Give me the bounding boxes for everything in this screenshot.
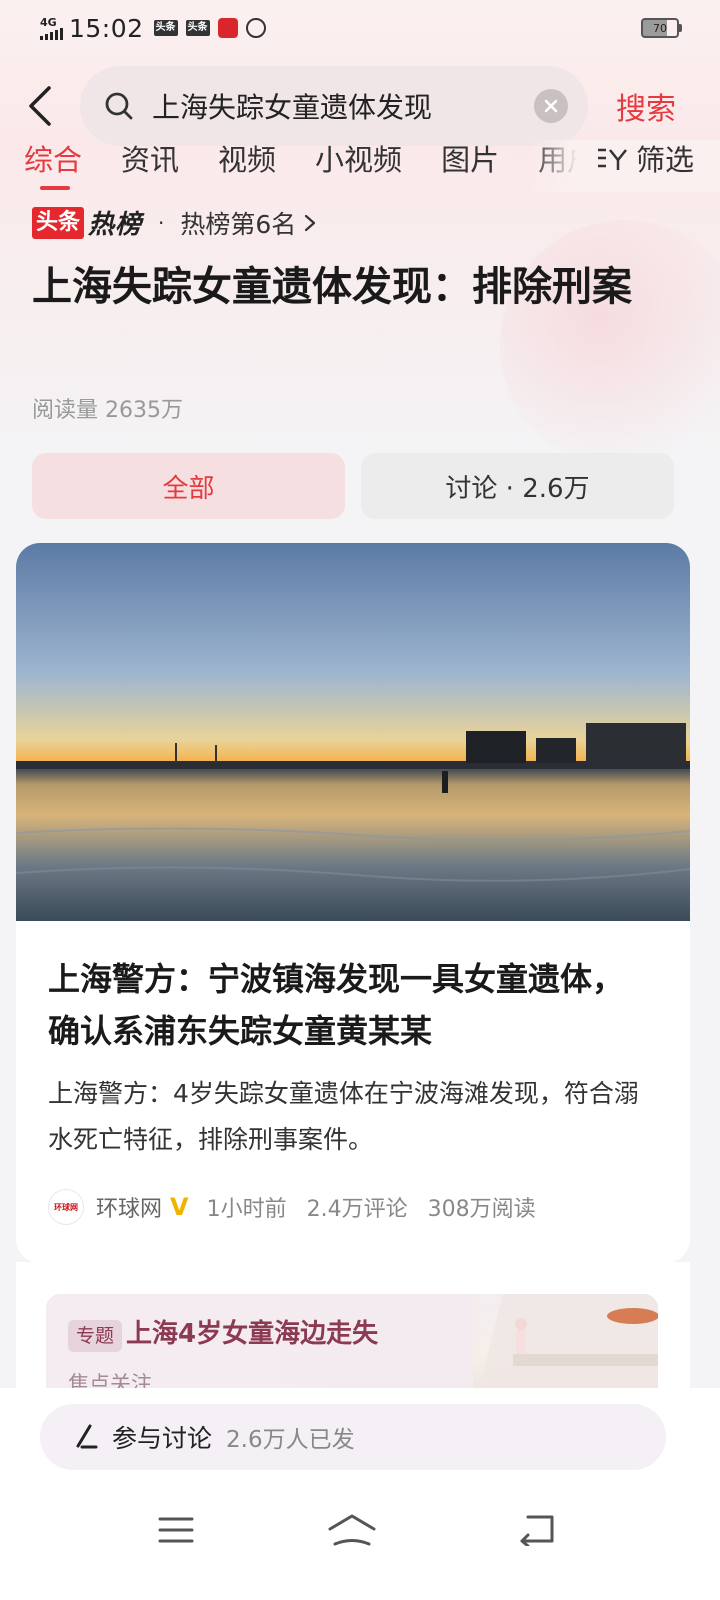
filter-icon <box>597 148 627 170</box>
menu-icon <box>158 1517 194 1543</box>
status-time: 15:02 <box>69 13 144 43</box>
hot-rank-text: 热榜第6名 <box>180 209 297 239</box>
cat-notification-icon <box>245 18 266 38</box>
back-button[interactable] <box>0 66 80 146</box>
tab-comprehensive[interactable]: 综合 <box>24 140 82 190</box>
return-icon <box>520 1515 554 1546</box>
tab-video[interactable]: 视频 <box>218 140 276 180</box>
topic-title: 上海4岁女童海边走失 <box>126 1319 379 1349</box>
signal-bars-icon <box>40 27 63 40</box>
filter-button[interactable]: 筛选 <box>530 140 720 192</box>
topic-tag: 专题 <box>68 1320 123 1352</box>
notification-icons: 头条 头条 <box>153 18 266 38</box>
comment-input[interactable]: 参与讨论 2.6万人已发 <box>40 1404 666 1470</box>
app-notification-icon <box>217 18 238 38</box>
comment-participants: 2.6万人已发 <box>226 1427 355 1453</box>
search-header: 上海失踪女童遗体发现 搜索 <box>0 66 720 146</box>
publish-time: 1小时前 <box>206 1197 287 1222</box>
article-title[interactable]: 上海警方：宁波镇海发现一具女童遗体，确认系浦东失踪女童黄某某 <box>48 953 648 1057</box>
category-tabs: 综合 资讯 视频 小视频 图片 用户 筛选 <box>0 140 720 192</box>
home-icon <box>328 1514 376 1546</box>
toutiao-notification-icon: 头条 <box>153 20 178 36</box>
battery-icon: 70 <box>641 18 682 38</box>
hot-list-header[interactable]: 头条 热榜 · 热榜第6名 <box>32 204 318 241</box>
search-icon <box>105 92 133 120</box>
home-nav-button[interactable] <box>322 1508 382 1552</box>
pen-icon <box>76 1424 98 1449</box>
read-count-article: 308万阅读 <box>427 1197 536 1222</box>
article-card[interactable]: 上海警方：宁波镇海发现一具女童遗体，确认系浦东失踪女童黄某某 上海警方：4岁失踪… <box>16 543 690 1263</box>
menu-nav-button[interactable] <box>146 1508 206 1552</box>
chip-all[interactable]: 全部 <box>32 453 345 519</box>
hot-topic-title[interactable]: 上海失踪女童遗体发现：排除刑案 <box>32 258 672 316</box>
article-meta: 环球网 环球网 V 1小时前 2.4万评论 308万阅读 <box>48 1189 536 1225</box>
separator-dot: · <box>158 210 165 235</box>
bottom-bar: 参与讨论 2.6万人已发 <box>0 1388 720 1600</box>
article-cover-image <box>16 543 690 921</box>
comment-count: 2.4万评论 <box>306 1197 408 1222</box>
tab-news[interactable]: 资讯 <box>121 140 179 180</box>
signal-indicator: 4G <box>40 17 63 40</box>
system-nav-bar <box>0 1498 720 1568</box>
tab-short-video[interactable]: 小视频 <box>315 140 402 180</box>
back-nav-button[interactable] <box>508 1508 568 1552</box>
close-icon <box>544 99 558 113</box>
hot-rank-link[interactable]: · 热榜第6名 <box>158 205 318 241</box>
tab-images[interactable]: 图片 <box>441 140 499 180</box>
verified-badge-icon: V <box>170 1193 189 1221</box>
filter-label: 筛选 <box>635 143 694 177</box>
source-name[interactable]: 环球网 <box>96 1191 162 1223</box>
search-button[interactable]: 搜索 <box>616 84 676 128</box>
read-count: 阅读量 2635万 <box>32 398 183 423</box>
status-bar: 4G 15:02 头条 头条 70 <box>0 0 720 56</box>
toutiao-notification-icon: 头条 <box>185 20 210 36</box>
source-logo: 环球网 <box>48 1189 84 1225</box>
toutiao-logo-text: 头条 <box>32 206 85 239</box>
back-arrow-icon <box>29 86 51 126</box>
chevron-right-icon <box>305 214 316 231</box>
article-summary: 上海警方：4岁失踪女童遗体在宁波海滩发现，符合溺水死亡特征，排除刑事案件。 <box>48 1079 639 1154</box>
hot-list-logo-text: 热榜 <box>88 210 143 240</box>
comment-label: 参与讨论 <box>112 1424 213 1453</box>
clear-button[interactable] <box>534 89 568 123</box>
chip-discussion[interactable]: 讨论 · 2.6万 <box>361 453 674 519</box>
search-input[interactable]: 上海失踪女童遗体发现 <box>80 66 588 146</box>
hot-list-logo: 头条 热榜 <box>32 204 142 241</box>
search-query: 上海失踪女童遗体发现 <box>152 91 433 124</box>
network-type: 4G <box>40 15 57 29</box>
battery-level: 70 <box>641 18 679 38</box>
